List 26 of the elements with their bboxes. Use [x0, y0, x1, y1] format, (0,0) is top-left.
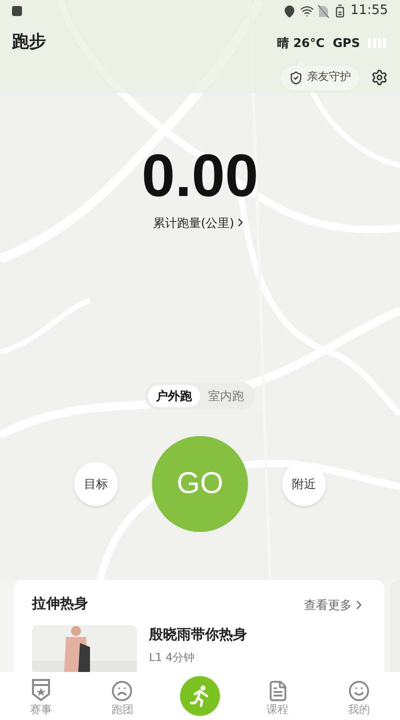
gps-signal-icon — [368, 38, 388, 48]
page-title: 跑步 — [12, 31, 46, 54]
face-icon — [111, 680, 134, 702]
course-title[interactable]: 殷晓雨带你热身 — [149, 625, 247, 646]
weather-text: 晴 26°C — [277, 34, 325, 52]
wifi-icon — [300, 4, 314, 18]
location-icon — [282, 4, 296, 18]
nav-tab[interactable]: 赛事 — [16, 678, 65, 718]
no-sim-icon — [318, 4, 329, 18]
distance-value: 0.00 — [142, 144, 258, 208]
section-title: 拉伸热身 — [32, 595, 88, 614]
guard-button[interactable]: 亲友守护 — [281, 66, 359, 90]
course-meta: L1 4分钟 — [149, 650, 196, 666]
shield-icon — [289, 70, 303, 84]
medal-icon — [30, 678, 52, 702]
smile-icon — [348, 680, 370, 702]
gps-label: GPS — [332, 34, 360, 52]
mode-tab[interactable]: 室内跑 — [200, 384, 252, 406]
mode-tab[interactable]: 户外跑 — [148, 384, 200, 406]
distance-link[interactable]: 累计跑量(公里) — [152, 214, 248, 232]
nav-tab[interactable]: 课程 — [254, 680, 302, 718]
status-time: 11:55 — [350, 2, 388, 20]
runner-icon — [188, 685, 211, 707]
settings-icon[interactable] — [371, 69, 388, 86]
notification-icon — [12, 6, 22, 16]
see-more-link[interactable]: 查看更多 — [304, 596, 366, 614]
